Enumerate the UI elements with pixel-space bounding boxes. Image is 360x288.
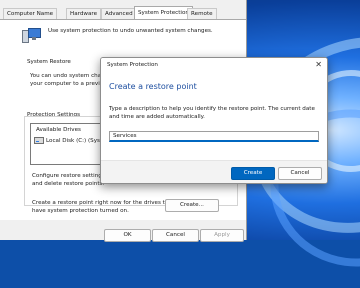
dialog-description: Type a description to help you identify …	[109, 106, 315, 120]
create-restore-point-button[interactable]: Create...	[165, 199, 219, 212]
create-restore-point-dialog: System Protection ✕ Create a restore poi…	[100, 57, 328, 184]
drives-list-header: Available Drives	[36, 127, 81, 133]
system-restore-heading: System Restore	[27, 59, 71, 65]
dialog-heading: Create a restore point	[109, 82, 197, 91]
dialog-title: System Protection	[107, 62, 158, 68]
intro-text: Use system protection to undo unwanted s…	[48, 28, 213, 34]
apply-button[interactable]: Apply	[200, 229, 244, 242]
disk-icon	[34, 137, 44, 144]
tab-bar: Computer Name Hardware Advanced System P…	[0, 6, 246, 20]
create-text-line2: have system protection turned on.	[32, 208, 129, 214]
cancel-button[interactable]: Cancel	[152, 229, 199, 242]
tab-system-protection[interactable]: System Protection	[134, 6, 193, 20]
ok-button[interactable]: OK	[104, 229, 151, 242]
system-protection-icon	[22, 28, 41, 43]
dialog-titlebar[interactable]: System Protection ✕	[101, 58, 327, 73]
restore-point-description-input[interactable]	[109, 131, 319, 142]
dialog-create-button[interactable]: Create	[231, 167, 275, 180]
close-icon[interactable]: ✕	[315, 60, 322, 70]
dialog-body: Create a restore point Type a descriptio…	[101, 73, 327, 183]
create-text-line1: Create a restore point right now for the…	[32, 200, 175, 206]
system-restore-text-line2: your computer to a previou	[30, 81, 107, 87]
dialog-cancel-button[interactable]: Cancel	[278, 167, 322, 180]
system-restore-text-line1: You can undo system chang	[30, 73, 109, 79]
configure-text-line2: and delete restore points.	[32, 181, 105, 187]
dialog-footer: Create Cancel	[101, 160, 327, 183]
